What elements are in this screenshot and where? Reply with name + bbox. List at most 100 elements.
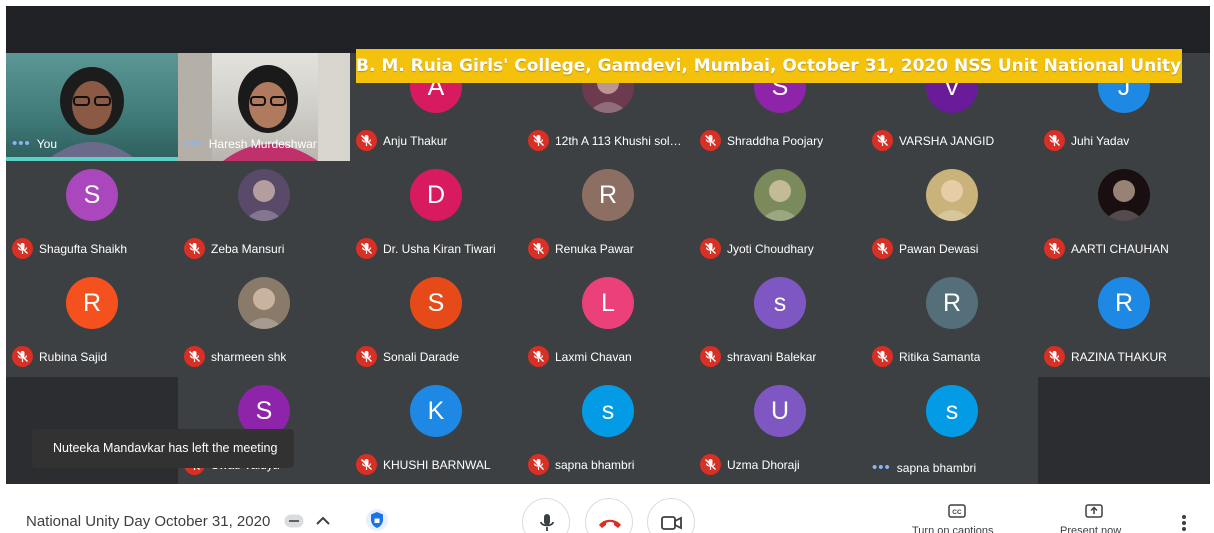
svg-text:CC: CC: [952, 509, 962, 516]
audio-level-icon: •••: [184, 135, 203, 152]
participant-tile[interactable]: D Dr. Usha Kiran Tiwari: [350, 161, 522, 269]
participant-name: sapna bhambri: [555, 457, 635, 472]
participant-tile[interactable]: U Uzma Dhoraji: [694, 377, 866, 484]
meeting-stage: ••• You ••• Haresh Murdeshwar A Anju Thak…: [6, 6, 1210, 484]
closed-captions-icon[interactable]: CC: [948, 504, 966, 518]
participant-photo: [238, 169, 290, 221]
camera-button[interactable]: [647, 498, 695, 533]
participant-tile[interactable]: S Sonali Darade: [350, 269, 522, 377]
participant-name: sharmeen shk: [211, 349, 287, 364]
participant-avatar: s: [754, 277, 806, 329]
participant-nameplate: ••• sapna bhambri: [872, 459, 977, 476]
presenter-video-tile[interactable]: ••• Haresh Murdeshwar: [178, 53, 350, 161]
hang-up-icon: [599, 519, 621, 528]
captions-label[interactable]: Turn on captions: [912, 525, 994, 533]
participant-tile[interactable]: Zeba Mansuri: [178, 161, 350, 269]
participant-photo: [926, 169, 978, 221]
participant-nameplate: Pawan Dewasi: [872, 238, 978, 259]
event-banner: B. M. Ruia Girls' College, Gamdevi, Mumb…: [356, 49, 1182, 83]
participant-tile[interactable]: s sapna bhambri: [522, 377, 694, 484]
participant-nameplate: shravani Balekar: [700, 346, 816, 367]
participant-name: Uzma Dhoraji: [727, 457, 800, 472]
participant-nameplate: Rubina Sajid: [12, 346, 107, 367]
participant-name: Laxmi Chavan: [555, 349, 632, 364]
top-bar: [6, 6, 1210, 51]
participant-tile[interactable]: K KHUSHI BARNWAL: [350, 377, 522, 484]
participant-name: VARSHA JANGID: [899, 133, 995, 148]
participant-tile[interactable]: s shravani Balekar: [694, 269, 866, 377]
participant-nameplate: 12th A 113 Khushi sol…: [528, 130, 682, 151]
participant-avatar: R: [582, 169, 634, 221]
participant-name: Zeba Mansuri: [211, 241, 285, 256]
microphone-off-icon: [700, 130, 721, 151]
participant-tile[interactable]: AARTI CHAUHAN: [1038, 161, 1210, 269]
microphone-off-icon: [700, 454, 721, 475]
chevron-up-icon[interactable]: [316, 516, 330, 526]
participant-nameplate: Anju Thakur: [356, 130, 447, 151]
participant-tile[interactable]: Pawan Dewasi: [866, 161, 1038, 269]
participant-nameplate: Laxmi Chavan: [528, 346, 632, 367]
microphone-off-icon: [12, 238, 33, 259]
participant-nameplate: Shagufta Shaikh: [12, 238, 127, 259]
microphone-off-icon: [528, 346, 549, 367]
participant-avatar: s: [926, 385, 978, 437]
participant-name: Anju Thakur: [383, 133, 448, 148]
participant-nameplate: VARSHA JANGID: [872, 130, 994, 151]
participant-tile[interactable]: S Shagufta Shaikh: [6, 161, 178, 269]
participant-tile[interactable]: R Renuka Pawar: [522, 161, 694, 269]
microphone-off-icon: [528, 454, 549, 475]
self-name: You: [36, 137, 58, 151]
participant-tile[interactable]: s ••• sapna bhambri: [866, 377, 1038, 484]
microphone-off-icon: [872, 238, 893, 259]
link-icon[interactable]: [284, 514, 304, 528]
participant-avatar: D: [410, 169, 462, 221]
participant-tile[interactable]: R RAZINA THAKUR: [1038, 269, 1210, 377]
participant-nameplate: Sonali Darade: [356, 346, 459, 367]
shield-icon[interactable]: [366, 508, 388, 532]
audio-level-icon: •••: [872, 459, 891, 476]
microphone-icon: [540, 514, 554, 531]
participant-avatar: R: [926, 277, 978, 329]
microphone-off-icon: [528, 130, 549, 151]
participant-nameplate: Shraddha Poojary: [700, 130, 823, 151]
microphone-off-icon: [700, 238, 721, 259]
participant-name: Pawan Dewasi: [899, 241, 979, 256]
microphone-off-icon: [184, 346, 205, 367]
participant-tile[interactable]: R Ritika Samanta: [866, 269, 1038, 377]
participant-tile[interactable]: sharmeen shk: [178, 269, 350, 377]
participant-name: AARTI CHAUHAN: [1071, 241, 1169, 256]
participant-name: Sonali Darade: [383, 349, 460, 364]
participant-avatar: U: [754, 385, 806, 437]
participant-avatar: S: [66, 169, 118, 221]
participant-nameplate: Jyoti Choudhary: [700, 238, 814, 259]
participant-name: Ritika Samanta: [899, 349, 981, 364]
participant-name: shravani Balekar: [727, 349, 817, 364]
participant-avatar: L: [582, 277, 634, 329]
participant-name: Shraddha Poojary: [727, 133, 824, 148]
end-call-button[interactable]: [585, 498, 633, 533]
participant-avatar: R: [66, 277, 118, 329]
self-nameplate: ••• You: [12, 136, 58, 151]
microphone-button[interactable]: [522, 498, 570, 533]
participant-avatar: S: [410, 277, 462, 329]
participant-avatar: K: [410, 385, 462, 437]
more-options-icon[interactable]: [1181, 514, 1187, 532]
participant-tile[interactable]: L Laxmi Chavan: [522, 269, 694, 377]
microphone-off-icon: [872, 346, 893, 367]
participant-tile[interactable]: R Rubina Sajid: [6, 269, 178, 377]
self-video-tile[interactable]: ••• You: [6, 53, 178, 161]
video-camera-icon: [661, 516, 682, 530]
microphone-off-icon: [1044, 346, 1065, 367]
participant-name: sapna bhambri: [896, 461, 977, 475]
bottom-control-bar: National Unity Day October 31, 2020 CC T…: [0, 484, 1214, 533]
participant-name: KHUSHI BARNWAL: [383, 457, 491, 472]
participant-nameplate: Zeba Mansuri: [184, 238, 284, 259]
participant-photo: [1098, 169, 1150, 221]
microphone-off-icon: [1044, 130, 1065, 151]
microphone-off-icon: [356, 346, 377, 367]
present-screen-icon[interactable]: [1085, 504, 1103, 518]
participant-tile[interactable]: Jyoti Choudhary: [694, 161, 866, 269]
meeting-title[interactable]: National Unity Day October 31, 2020: [26, 513, 270, 530]
present-now-label[interactable]: Present now: [1060, 525, 1121, 533]
participant-name: RAZINA THAKUR: [1071, 349, 1167, 364]
